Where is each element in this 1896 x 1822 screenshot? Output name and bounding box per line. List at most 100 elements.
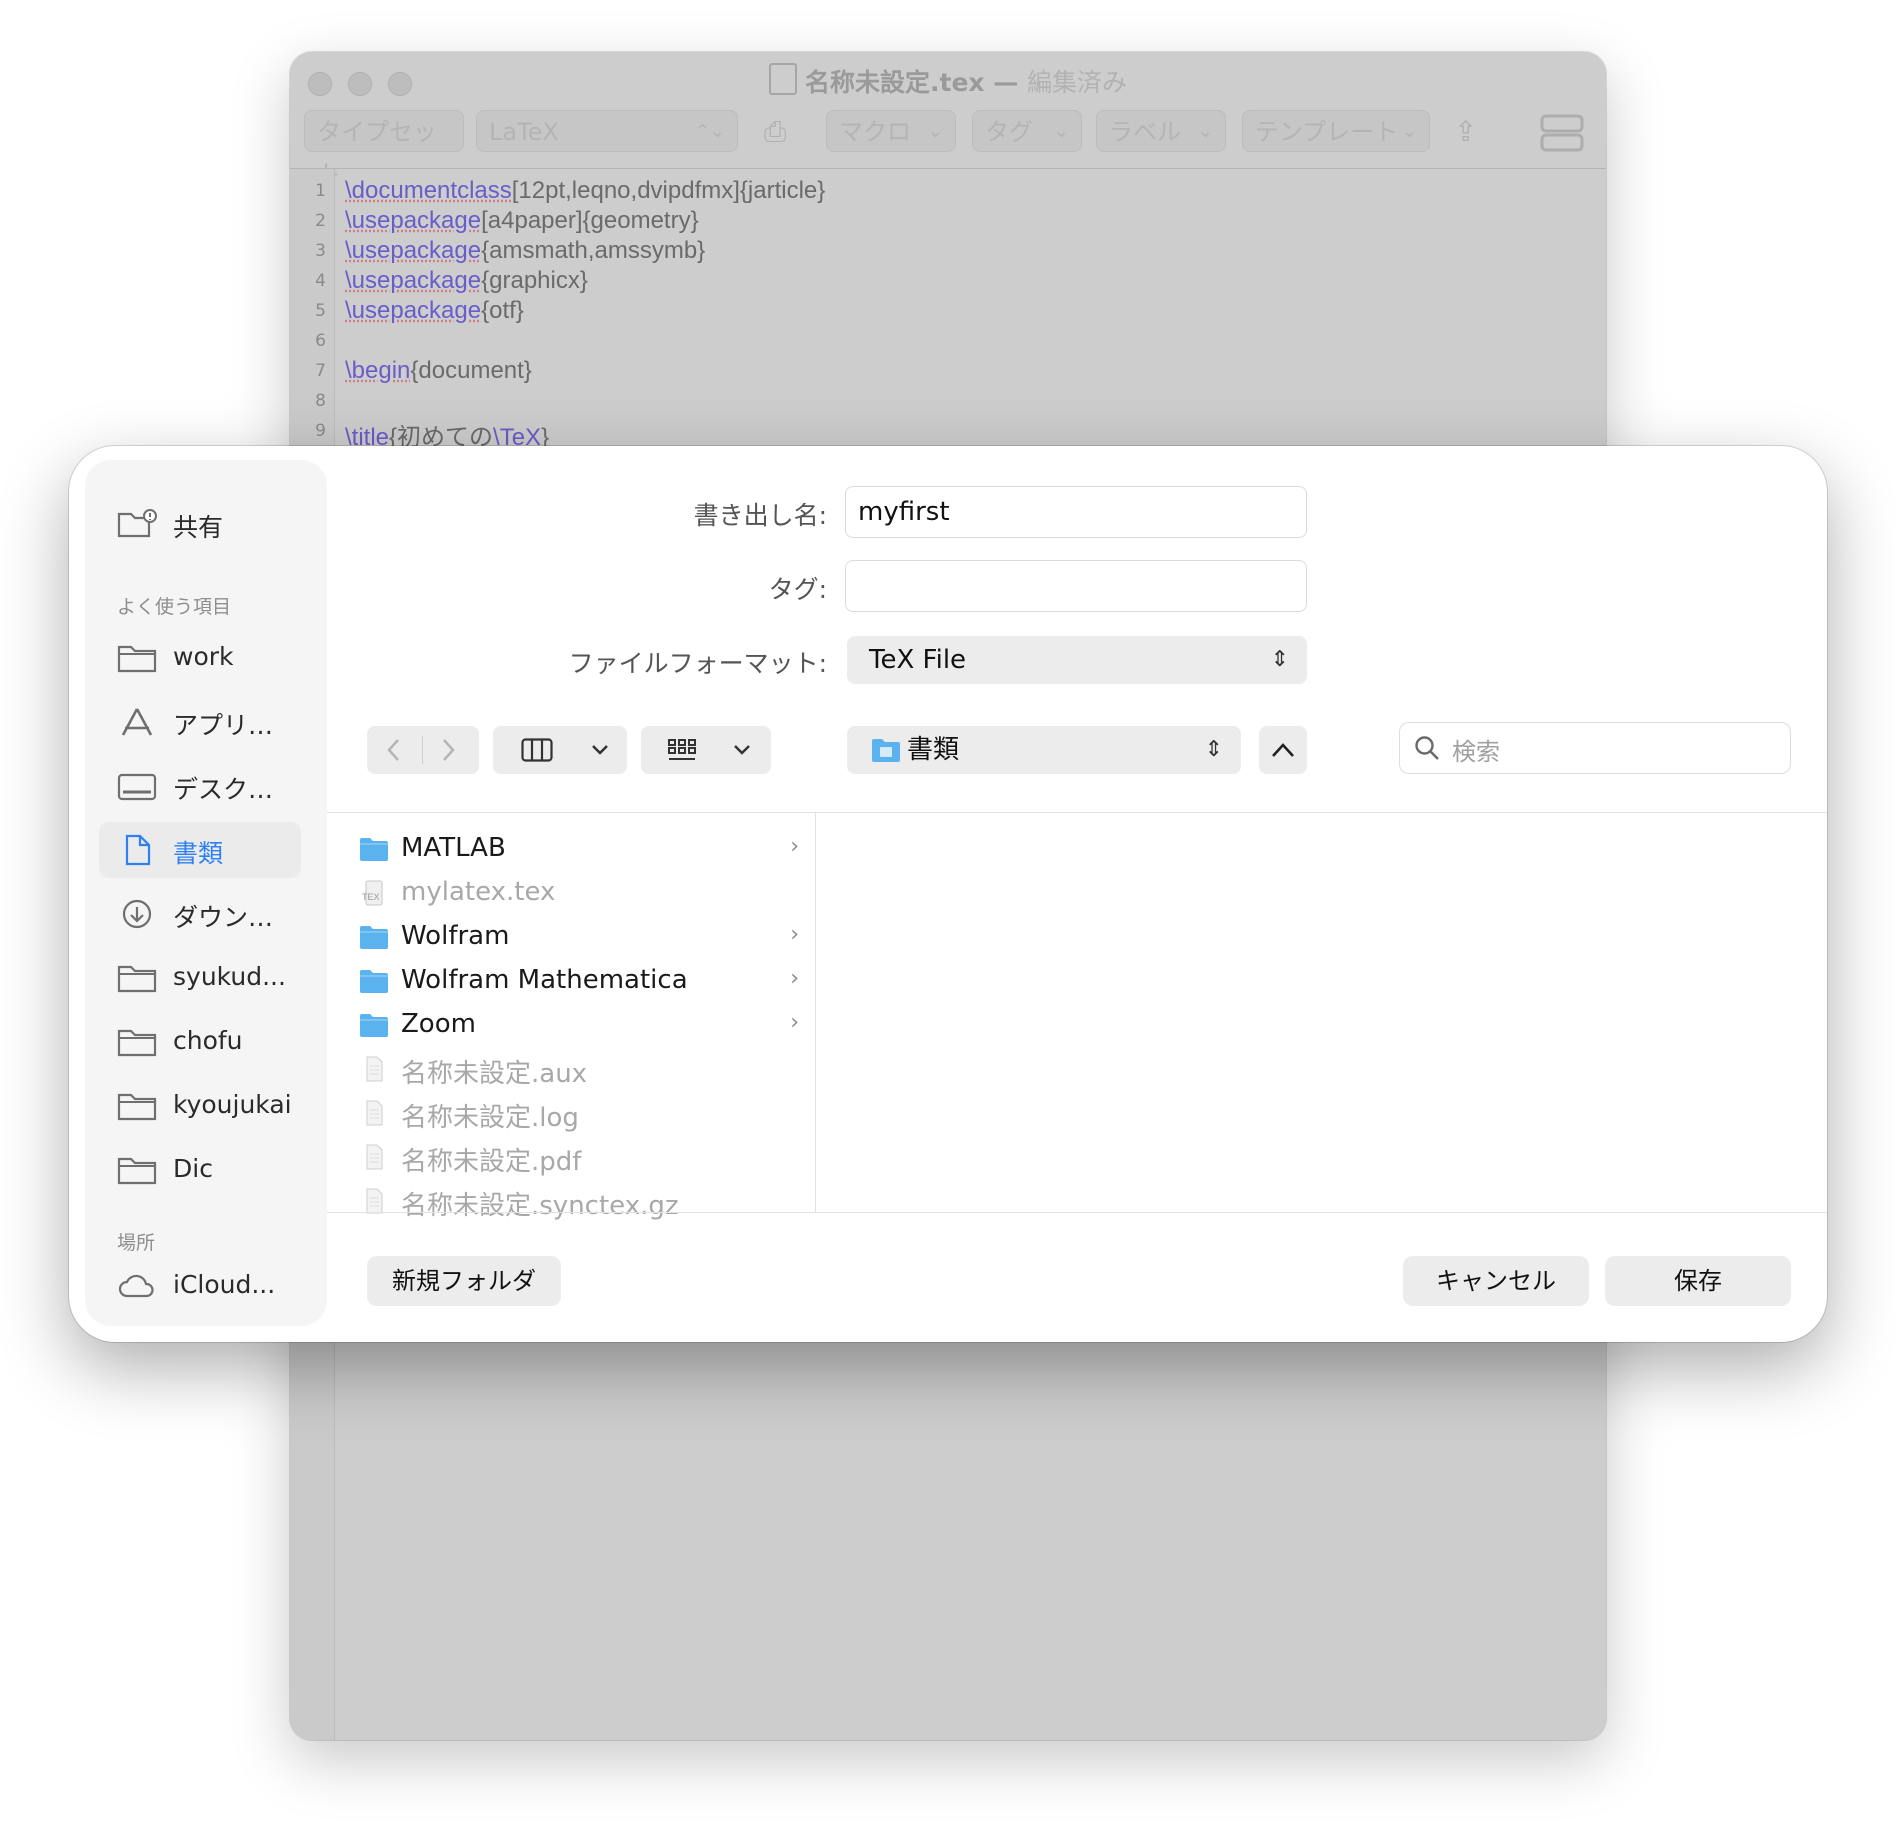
list-item[interactable]: Zoom › <box>359 1006 799 1046</box>
code-line[interactable]: \documentclass[12pt,leqno,dvipdfmx]{jart… <box>345 177 825 205</box>
favorites-header: よく使う項目 <box>117 596 232 618</box>
shared-folder-icon <box>117 509 157 538</box>
line-number: 6 <box>315 331 326 351</box>
code-line[interactable]: \usepackage{graphicx} <box>345 267 588 295</box>
locations-header: 場所 <box>117 1232 156 1254</box>
line-number: 5 <box>315 301 326 321</box>
search-placeholder: 検索 <box>1452 738 1500 766</box>
label-menu[interactable]: ラベル ⌄ <box>1096 110 1226 152</box>
search-field[interactable]: 検索 <box>1399 722 1791 774</box>
grid-view-icon <box>668 739 696 760</box>
sidebar-item-shared[interactable]: 共有 <box>99 496 301 552</box>
chevron-right-icon[interactable] <box>439 738 457 762</box>
code-line[interactable]: \usepackage[a4paper]{geometry} <box>345 207 699 235</box>
editor-titlebar: 名称未設定.tex — 編集済み タイプセット LaTeX⌃⌄ ⎙ マクロ⌄ タ… <box>290 52 1606 188</box>
file-format-popup[interactable]: TeX File ⇕ <box>847 636 1307 684</box>
sidebar-item-favorite[interactable]: work <box>99 630 301 686</box>
print-icon[interactable]: ⎙ <box>764 112 786 152</box>
tex-file-icon: TEX <box>362 880 383 906</box>
export-name-field[interactable] <box>845 486 1307 538</box>
split-view-icon[interactable] <box>1540 114 1584 152</box>
column-divider[interactable] <box>815 812 816 1212</box>
list-item[interactable]: 名称未設定.pdf <box>359 1138 799 1178</box>
list-item[interactable]: TEX mylatex.tex <box>359 874 799 914</box>
folder-icon <box>872 739 900 762</box>
location-popup[interactable]: 書類 ⇕ <box>847 726 1241 774</box>
view-mode-control[interactable] <box>493 726 627 774</box>
sidebar-item-label: ダウン… <box>173 903 274 932</box>
folder-icon <box>360 838 388 861</box>
search-icon <box>1415 736 1439 760</box>
file-name: Zoom <box>401 1009 476 1039</box>
list-item[interactable]: Wolfram › <box>359 918 799 958</box>
sidebar-item-label: 書類 <box>173 839 224 868</box>
line-number: 9 <box>315 421 326 441</box>
engine-popup[interactable]: LaTeX ⌃⌄ <box>476 110 738 152</box>
file-name: Wolfram Mathematica <box>401 965 688 995</box>
macro-menu[interactable]: マクロ ⌄ <box>826 110 956 152</box>
sidebar-item-label: iCloud... <box>173 1270 276 1299</box>
document-icon <box>125 834 151 866</box>
tag-menu[interactable]: タグ ⌄ <box>972 110 1082 152</box>
sidebar-item-favorite[interactable]: kyoujukai <box>99 1078 301 1134</box>
document-icon <box>366 1188 383 1214</box>
sidebar-item-label: 共有 <box>173 513 224 542</box>
line-number: 7 <box>315 361 326 381</box>
folder-icon <box>117 1157 157 1185</box>
tex-document-icon <box>769 63 798 95</box>
document-icon <box>366 1056 383 1082</box>
browser-top-divider <box>327 812 1827 813</box>
cancel-button[interactable]: キャンセル <box>1403 1256 1589 1306</box>
sidebar-item-favorite[interactable]: デスク… <box>99 758 301 814</box>
typeset-button[interactable]: タイプセット <box>304 110 464 188</box>
chevron-down-icon <box>734 745 750 755</box>
svg-text:TEX: TEX <box>362 892 380 902</box>
save-button[interactable]: 保存 <box>1605 1256 1791 1306</box>
tags-field[interactable] <box>845 560 1307 612</box>
line-number: 3 <box>315 241 326 261</box>
folder-icon <box>360 1014 388 1037</box>
list-item[interactable]: Wolfram Mathematica › <box>359 962 799 1002</box>
group-mode-control[interactable] <box>641 726 771 774</box>
sidebar-item-label: アプリ… <box>173 711 274 740</box>
sidebar-item-favorite[interactable]: syukud... <box>99 950 301 1006</box>
line-number: 2 <box>315 211 326 231</box>
template-menu[interactable]: テンプレート ⌄ <box>1242 110 1430 152</box>
share-icon[interactable]: ⇪ <box>1454 112 1477 152</box>
chevron-left-icon[interactable] <box>385 738 403 762</box>
line-number: 4 <box>315 271 326 291</box>
column-view-icon <box>521 738 553 762</box>
list-item[interactable]: 名称未設定.log <box>359 1094 799 1134</box>
updown-chevron-icon: ⇕ <box>1204 737 1223 762</box>
chevron-down-icon <box>592 745 608 755</box>
file-name: 名称未設定.pdf <box>401 1147 582 1177</box>
list-item[interactable]: 名称未設定.aux <box>359 1050 799 1090</box>
new-folder-button[interactable]: 新規フォルダ <box>367 1256 561 1306</box>
sidebar-item-favorite[interactable]: 書類 <box>99 822 301 878</box>
window-title: 名称未設定.tex — 編集済み <box>290 63 1606 99</box>
sidebar-item-favorite[interactable]: ダウン… <box>99 886 301 942</box>
code-line[interactable]: \begin{document} <box>345 357 532 385</box>
parent-folder-button[interactable] <box>1259 726 1307 774</box>
sidebar-item-label: work <box>173 642 234 671</box>
folder-icon <box>117 645 157 673</box>
sidebar-item-favorite[interactable]: chofu <box>99 1014 301 1070</box>
code-line[interactable]: \usepackage{otf} <box>345 297 524 325</box>
sidebar-item-icloud[interactable]: iCloud... <box>99 1258 301 1314</box>
document-icon <box>366 1100 383 1126</box>
sidebar: 共有 よく使う項目 work アプリ… デスク… 書類ダウン… syukud... cho… <box>85 460 327 1326</box>
chevron-right-icon: › <box>790 1010 799 1035</box>
icloud-icon <box>118 1274 154 1298</box>
file-name: mylatex.tex <box>401 877 556 907</box>
list-item[interactable]: 名称未設定.synctex.gz <box>359 1182 799 1222</box>
list-item[interactable]: MATLAB › <box>359 830 799 870</box>
document-icon <box>366 1144 383 1170</box>
desktop-icon <box>117 773 157 801</box>
sidebar-item-favorite[interactable]: アプリ… <box>99 694 301 750</box>
code-line[interactable]: \usepackage{amsmath,amssymb} <box>345 237 705 265</box>
file-name: Wolfram <box>401 921 510 951</box>
file-name: 名称未設定.synctex.gz <box>401 1191 679 1221</box>
sidebar-item-favorite[interactable]: Dic <box>99 1142 301 1198</box>
sidebar-item-label: syukud... <box>173 962 286 991</box>
folder-icon <box>117 1029 157 1057</box>
